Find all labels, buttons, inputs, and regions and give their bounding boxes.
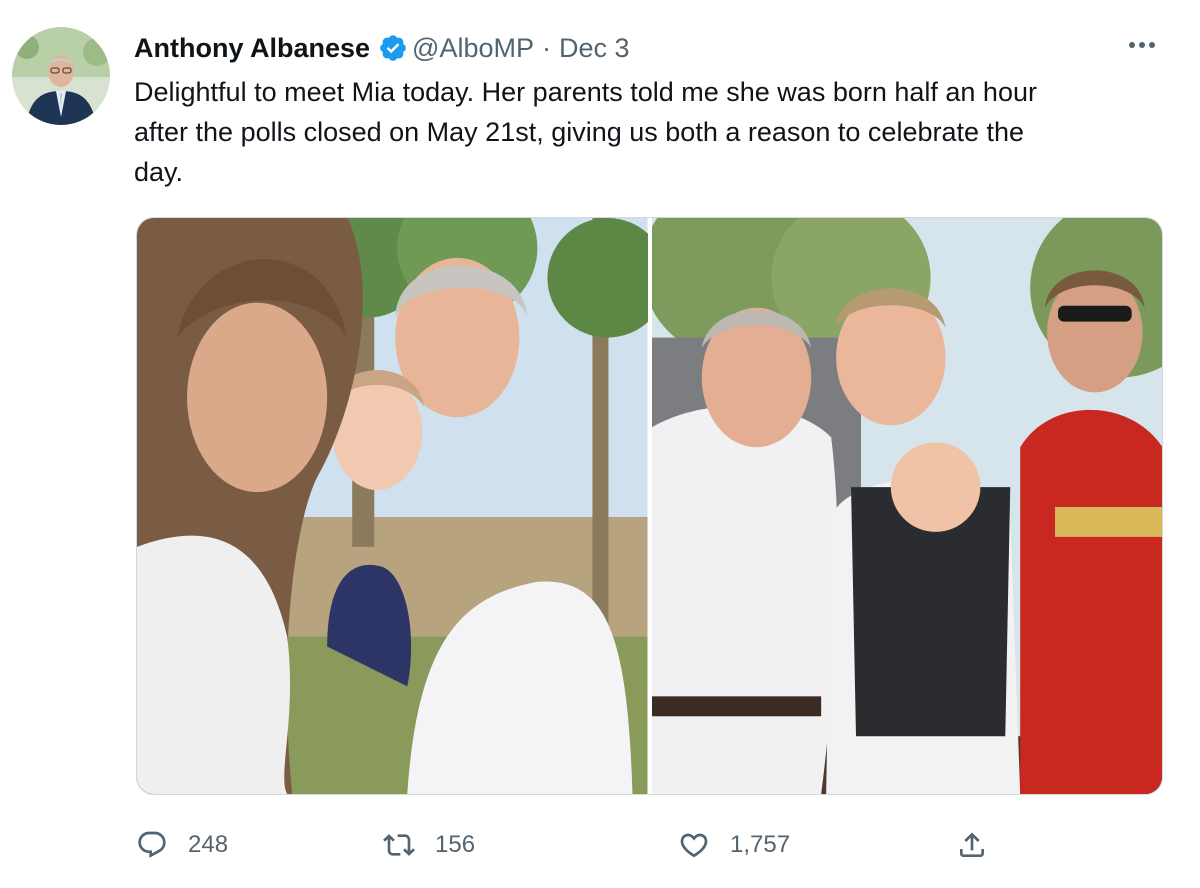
photo-icon [651,218,1162,794]
tweet-date[interactable]: Dec 3 [559,33,630,64]
more-dots-icon [1129,42,1155,48]
photo-left[interactable] [137,218,648,794]
retweet-count: 156 [435,831,476,858]
media-grid [136,217,1163,795]
reply-count: 248 [188,831,229,858]
heart-icon [680,833,708,858]
like-button[interactable]: 1,757 [678,820,790,870]
retweet-button[interactable]: 156 [383,820,475,870]
tweet-text: Delightful to meet Mia today. Her parent… [134,77,1037,187]
action-bar: 248 156 1,757 [136,820,1136,870]
reply-icon [138,831,166,858]
tweet-header: Anthony Albanese @AlboMP · Dec 3 [134,28,630,68]
share-icon [960,832,984,857]
more-options-button[interactable] [1124,30,1160,60]
like-count: 1,757 [730,831,791,858]
author-handle[interactable]: @AlboMP [412,33,534,64]
photo-right[interactable] [651,218,1162,794]
tweet-card: Anthony Albanese @AlboMP · Dec 3 Delight… [0,0,1200,888]
share-button[interactable] [956,820,1008,870]
photo-icon [137,218,648,794]
verified-badge-icon [378,33,408,63]
retweet-icon [383,834,415,856]
avatar[interactable] [12,27,110,125]
separator-dot: · [541,32,551,63]
reply-button[interactable]: 248 [136,820,228,870]
author-name[interactable]: Anthony Albanese [134,33,370,64]
